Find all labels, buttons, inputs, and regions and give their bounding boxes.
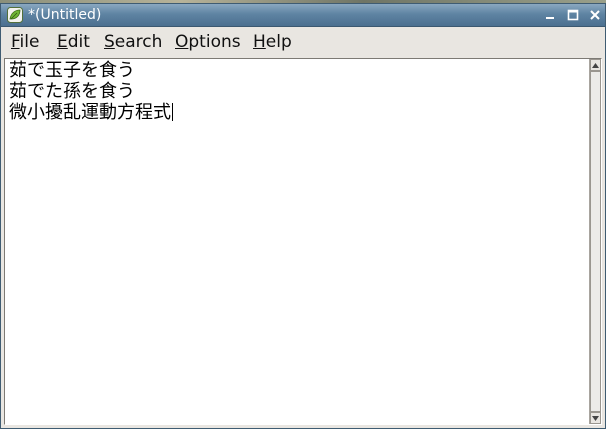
text-line: 茹で玉子を食う bbox=[9, 60, 135, 81]
menu-search[interactable]: Search bbox=[104, 32, 162, 52]
menu-help[interactable]: Help bbox=[253, 32, 292, 52]
menu-options[interactable]: Options bbox=[175, 32, 241, 52]
menu-edit[interactable]: Edit bbox=[57, 32, 90, 52]
text-line-content: 微小擾乱運動方程式 bbox=[9, 102, 171, 123]
editor-window: *(Untitled) File Edit Search Options Hel… bbox=[0, 3, 606, 429]
menu-search-mnemonic: S bbox=[104, 32, 115, 52]
menu-file-mnemonic: F bbox=[11, 32, 20, 52]
menu-file-label: ile bbox=[19, 32, 40, 52]
menu-file[interactable]: File bbox=[11, 32, 39, 52]
maximize-icon[interactable] bbox=[564, 6, 582, 24]
menu-options-label: ptions bbox=[188, 32, 241, 52]
scroll-down-arrow-icon[interactable] bbox=[590, 412, 601, 424]
menu-options-mnemonic: O bbox=[175, 32, 189, 52]
menu-help-label: elp bbox=[265, 32, 292, 52]
scrollbar-thumb[interactable] bbox=[590, 71, 601, 412]
menu-edit-label: dit bbox=[67, 32, 90, 52]
leaf-app-icon[interactable] bbox=[7, 7, 23, 23]
window-title: *(Untitled) bbox=[28, 7, 102, 23]
menu-edit-mnemonic: E bbox=[57, 32, 68, 52]
vertical-scrollbar[interactable] bbox=[589, 59, 601, 424]
text-line: 茹でた孫を食う bbox=[9, 81, 135, 102]
text-line-current: 微小擾乱運動方程式 bbox=[9, 102, 173, 124]
menu-bar: File Edit Search Options Help bbox=[1, 27, 605, 57]
text-caret bbox=[172, 103, 173, 121]
scroll-up-arrow-icon[interactable] bbox=[590, 59, 601, 71]
close-icon[interactable] bbox=[586, 6, 604, 24]
text-area-frame: 茹で玉子を食う 茹でた孫を食う 微小擾乱運動方程式 bbox=[4, 58, 602, 425]
menu-search-label: earch bbox=[114, 32, 163, 52]
menu-help-mnemonic: H bbox=[253, 32, 266, 52]
title-bar[interactable]: *(Untitled) bbox=[1, 4, 605, 27]
text-editor[interactable]: 茹で玉子を食う 茹でた孫を食う 微小擾乱運動方程式 bbox=[5, 59, 589, 424]
minimize-icon[interactable] bbox=[541, 6, 559, 24]
